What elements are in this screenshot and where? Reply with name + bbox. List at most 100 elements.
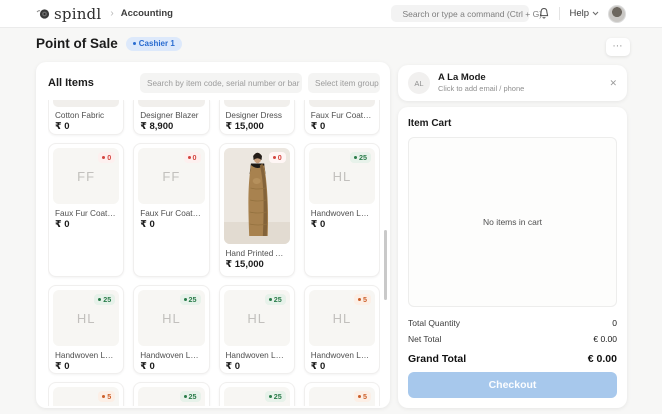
customer-avatar: AL	[408, 72, 430, 94]
item-name: Handwoven Long Kur...	[140, 351, 208, 360]
help-label: Help	[569, 8, 589, 19]
cart-empty-text: No items in cart	[482, 217, 543, 227]
stock-count: 25	[103, 295, 112, 304]
breadcrumb[interactable]: Accounting	[121, 8, 173, 19]
item-abbr: FF	[77, 168, 96, 184]
top-navbar: spindl › Accounting Search or type a com…	[0, 0, 662, 28]
item-card[interactable]: Faux Fur Coat-BLU ₹ 0	[303, 100, 380, 135]
items-scrollbar[interactable]	[384, 230, 387, 300]
item-card[interactable]: 5	[303, 382, 380, 406]
page-title: Point of Sale	[36, 36, 118, 51]
customer-card[interactable]: AL A La Mode Click to add email / phone …	[398, 65, 627, 101]
checkout-label: Checkout	[488, 379, 537, 391]
item-card[interactable]: FF 0 Faux Fur Coat-GRY ₹ 0	[48, 143, 125, 277]
item-image-placeholder: HL 25	[138, 290, 205, 346]
item-abbr: HL	[247, 310, 266, 326]
command-search-input[interactable]: Search or type a command (Ctrl + G)	[391, 5, 542, 22]
cart-empty-state: No items in cart	[408, 137, 617, 307]
stock-dot	[187, 156, 191, 159]
item-price: ₹ 0	[310, 219, 326, 230]
item-selector-panel: All Items Search by item code, serial nu…	[36, 62, 390, 408]
item-price: ₹ 8,900	[140, 121, 174, 132]
cart-title: Item Cart	[408, 118, 452, 129]
item-search-placeholder: Search by item code, serial number or ba…	[147, 78, 300, 88]
item-image-placeholder	[308, 100, 375, 107]
item-card[interactable]: 5	[48, 382, 125, 406]
item-name: Cotton Fabric	[55, 111, 105, 120]
item-card[interactable]: HL 25 Handwoven Long Kur... ₹ 0	[133, 285, 210, 374]
item-card[interactable]: FF 0 Faux Fur Coat-WHI ₹ 0	[133, 143, 210, 277]
pos-profile-badge[interactable]: Cashier 1	[125, 36, 182, 51]
close-icon: ✕	[609, 77, 617, 88]
item-price: ₹ 0	[55, 121, 70, 132]
brand[interactable]: spindl	[36, 5, 101, 23]
item-price: ₹ 0	[140, 361, 155, 372]
item-card[interactable]: Designer Blazer ₹ 8,900	[133, 100, 210, 135]
item-name: Handwoven Long Kur...	[225, 351, 294, 360]
notifications-button[interactable]	[538, 7, 550, 20]
item-card[interactable]: HL 25 Handwoven Long Kur... ₹ 0	[303, 143, 380, 277]
item-name: Faux Fur Coat-GRY	[55, 209, 124, 218]
bell-icon	[540, 7, 549, 19]
remove-customer-button[interactable]: ✕	[609, 78, 617, 89]
item-image-placeholder	[223, 100, 290, 107]
item-card[interactable]: HL 5 Handwoven Long Kur... ₹ 0	[303, 285, 380, 374]
items-panel-title: All Items	[48, 77, 94, 89]
stock-dot	[102, 156, 106, 159]
stock-badge: 0	[98, 152, 116, 163]
item-image-placeholder: HL 25	[223, 290, 290, 346]
stock-count: 25	[359, 153, 367, 162]
stock-dot	[272, 156, 276, 159]
net-total-value: € 0.00	[593, 334, 617, 344]
item-abbr: HL	[332, 310, 352, 326]
item-price: ₹ 0	[140, 219, 155, 230]
stock-dot	[268, 298, 272, 301]
item-group-select[interactable]: Select item group	[308, 73, 380, 93]
stock-count: 25	[188, 295, 197, 304]
item-price: ₹ 0	[310, 361, 326, 372]
item-group-placeholder: Select item group	[315, 78, 379, 88]
stock-dot	[354, 156, 357, 159]
item-abbr: HL	[76, 310, 96, 326]
total-quantity-row: Total Quantity 0	[408, 315, 617, 331]
stock-count: 0	[107, 153, 112, 162]
item-image-placeholder: 5	[53, 387, 120, 406]
item-price: ₹ 15,000	[225, 259, 264, 270]
item-card[interactable]: 25	[218, 382, 295, 406]
stock-count: 5	[363, 295, 367, 304]
item-card[interactable]: HL 25 Handwoven Long Kur... ₹ 0	[218, 285, 295, 374]
user-avatar[interactable]	[608, 4, 626, 23]
stock-dot	[358, 298, 361, 301]
checkout-button[interactable]: Checkout	[408, 372, 617, 398]
item-name: Hand Printed And C...	[225, 249, 294, 258]
customer-contact-hint[interactable]: Click to add email / phone	[438, 84, 524, 93]
help-menu[interactable]: Help	[569, 8, 599, 19]
stock-count: 0	[277, 153, 282, 162]
item-card[interactable]: 0 Hand Printed And C... ₹ 15,000	[218, 143, 295, 277]
total-quantity-value: 0	[612, 318, 617, 328]
item-abbr: HL	[162, 310, 181, 326]
item-card[interactable]: Cotton Fabric ₹ 0	[48, 100, 125, 135]
item-card[interactable]: HL 25 Handwoven Long Kur... ₹ 0	[48, 285, 125, 374]
item-abbr: HL	[332, 168, 352, 184]
page-menu-button[interactable]: ⋯	[606, 38, 630, 56]
stock-badge: 5	[98, 391, 116, 402]
item-cart-panel: Item Cart No items in cart Total Quantit…	[398, 107, 627, 408]
item-name: Designer Dress	[225, 111, 282, 120]
items-grid[interactable]: Cotton Fabric ₹ 0 Designer Blazer ₹ 8,90…	[48, 100, 380, 406]
item-image-placeholder: 25	[138, 387, 205, 406]
item-image-placeholder: 25	[223, 387, 290, 406]
stock-dot	[358, 395, 361, 398]
item-image-placeholder: HL 25	[53, 290, 120, 346]
item-image-placeholder: 5	[308, 387, 375, 406]
stock-count: 5	[107, 392, 112, 401]
net-total-label: Net Total	[408, 334, 442, 344]
item-card[interactable]: Designer Dress ₹ 15,000	[218, 100, 295, 135]
stock-badge: 25	[94, 294, 116, 305]
stock-count: 25	[188, 392, 197, 401]
item-search-input[interactable]: Search by item code, serial number or ba…	[140, 73, 302, 93]
stock-badge: 25	[179, 294, 201, 305]
item-card[interactable]: 25	[133, 382, 210, 406]
item-name: Handwoven Long Kur...	[310, 351, 379, 360]
item-name: Handwoven Long Kur...	[55, 351, 123, 360]
